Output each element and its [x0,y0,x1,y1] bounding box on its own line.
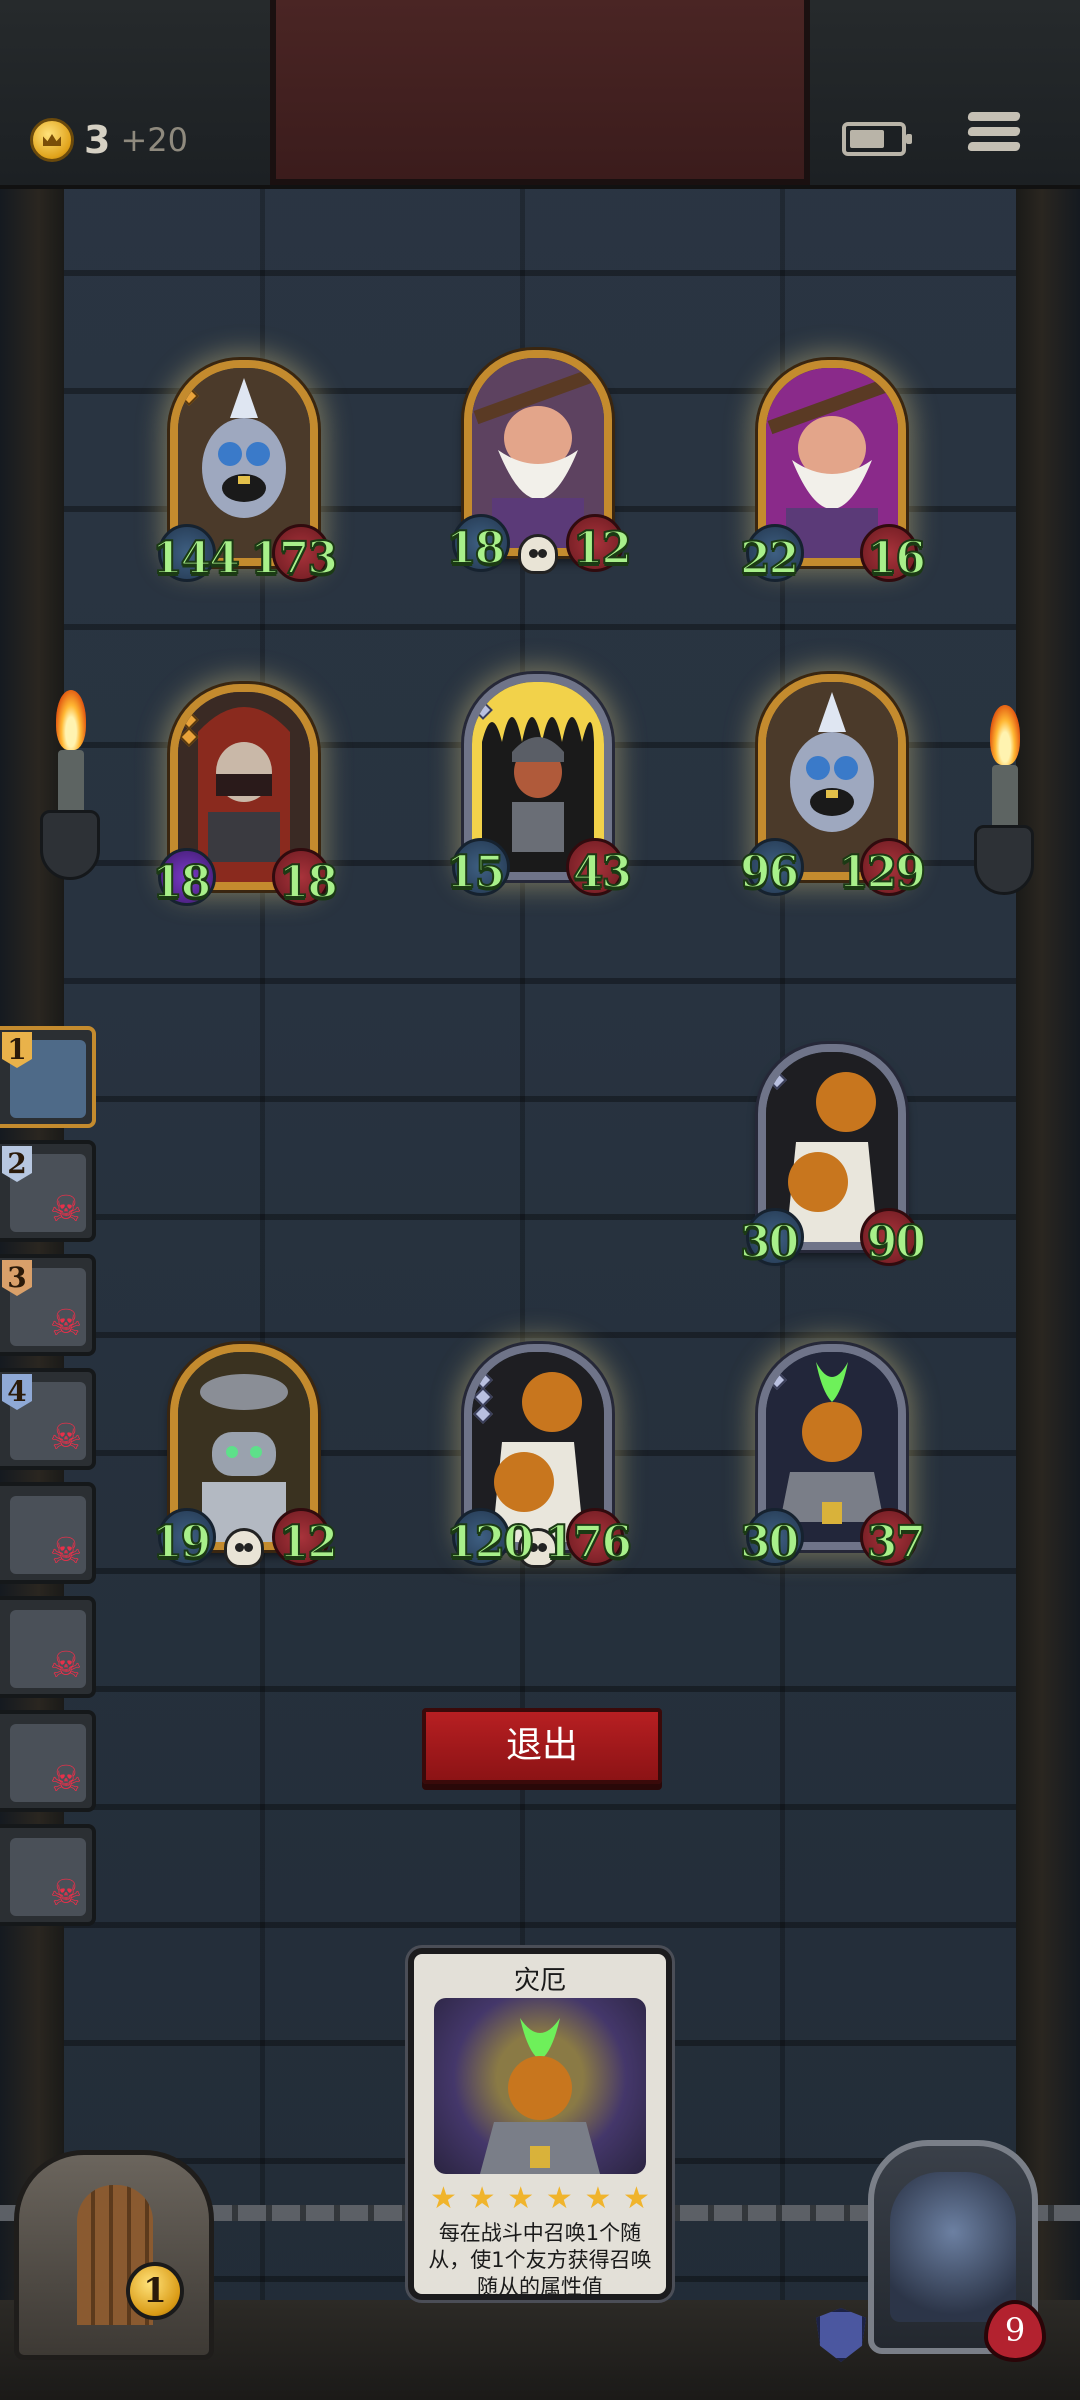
opponent-slot[interactable]: 3 ☠ [0,1254,96,1356]
minion-attack: 15 [445,846,506,899]
minion-attack: 18 [445,522,506,575]
spell-card-stars: ★ ★ ★ ★ ★ ★ [430,2184,650,2214]
minion-health: 12 [278,1516,339,1569]
star-icon: ★ [468,2181,496,2216]
minion-attack: 19 [151,1516,212,1569]
exit-button[interactable]: 退出 [422,1708,662,1784]
tier-gems [179,1353,199,1373]
eliminated-skull-icon: ☠ [49,1189,83,1230]
tier-gems [179,693,199,747]
spell-card-description: 每在战斗中召唤1个随从，使1个友方获得召唤随从的属性值 [428,2221,652,2299]
pumpkin-knight-art [480,2018,600,2174]
flame-icon [990,705,1020,765]
enemy-minion-4[interactable]: 18 18 [151,674,339,909]
opponent-slot[interactable]: ☠ [0,1824,96,1926]
spell-card-title: 灾厄 [513,1966,566,1996]
minion-health: 173 [249,532,339,585]
eliminated-skull-icon: ☠ [49,1645,83,1686]
opponent-slot[interactable]: 1 [0,1026,96,1128]
star-icon: ★ [430,2181,457,2216]
star-icon: ★ [623,2181,650,2216]
hero-avatar [890,2172,1016,2322]
eliminated-skull-icon: ☠ [49,1417,83,1458]
tier-gems [473,359,493,379]
gold-count: 3 [84,118,111,162]
enemy-minion-3[interactable]: 22 16 [739,350,927,585]
enemy-minion-6[interactable]: 96 129 [739,664,927,899]
star-icon: ★ [584,2181,612,2216]
enemy-minion-2[interactable]: 18 12 [445,340,633,575]
flame-icon [56,690,86,750]
opponent-slot[interactable]: 2 ☠ [0,1140,96,1242]
gold-display: 3 +20 [30,110,188,170]
enemy-minion-1[interactable]: 144 173 [151,350,339,585]
minion-health: 43 [572,846,633,899]
tier-gems [473,683,493,720]
torch-right [974,705,1034,905]
minion-health: 18 [278,856,339,909]
minion-attack: 120 [445,1516,535,1569]
enemy-minion-5[interactable]: 15 43 [445,664,633,899]
player-minion-3[interactable]: 120 176 [445,1334,633,1569]
opponent-slot[interactable]: ☠ [0,1710,96,1812]
eliminated-skull-icon: ☠ [49,1759,83,1800]
tier-gems [767,369,787,389]
spell-card-art [434,1998,646,2174]
tier-gems [767,1353,787,1390]
minion-health: 37 [866,1516,927,1569]
minion-health: 12 [572,522,633,575]
eliminated-skull-icon: ☠ [49,1303,83,1344]
minion-health: 90 [866,1216,927,1269]
tier-gems [767,683,787,703]
menu-icon[interactable] [967,112,1021,162]
minion-health: 176 [543,1516,633,1569]
minion-health: 16 [866,532,927,585]
minion-attack: 22 [739,532,800,585]
right-pillar [1016,0,1080,2400]
star-icon: ★ [545,2181,573,2216]
deathrattle-skull-icon [518,534,558,574]
minion-attack: 30 [739,1516,800,1569]
spell-card[interactable]: 灾厄 ★ ★ ★ ★ ★ ★ 每在战斗中召唤1个随从，使1个友方获得召唤随从的属… [408,1948,672,2300]
player-minion-2[interactable]: 19 12 [151,1334,339,1569]
player-minion-4[interactable]: 30 37 [739,1334,927,1569]
tier-gems [473,1353,493,1424]
gold-coin-icon [30,118,74,162]
opponent-slot[interactable]: ☠ [0,1596,96,1698]
tavern-crate[interactable] [14,2150,214,2360]
eliminated-skull-icon: ☠ [49,1873,83,1914]
opponent-slot[interactable]: 4 ☠ [0,1368,96,1470]
star-icon: ★ [507,2181,535,2216]
minion-health: 129 [837,846,927,899]
torch-left [40,690,100,890]
minion-attack: 144 [151,532,241,585]
opponent-slot[interactable]: ☠ [0,1482,96,1584]
minion-attack: 18 [151,856,212,909]
eliminated-skull-icon: ☠ [49,1531,83,1572]
minion-attack: 30 [739,1216,800,1269]
opponent-list: 1 2 ☠ 3 ☠ 4 ☠ ☠ ☠ ☠ ☠ [0,1026,104,1938]
top-door [270,0,810,185]
minion-attack: 96 [739,846,800,899]
battery-icon [842,122,912,156]
gold-income: +20 [120,121,188,159]
player-minion-1[interactable]: 30 90 [739,1034,927,1269]
tier-gems [179,369,199,406]
deathrattle-skull-icon [224,1528,264,1568]
tier-gems [767,1053,787,1090]
tavern-level-badge: 1 [126,2262,184,2320]
